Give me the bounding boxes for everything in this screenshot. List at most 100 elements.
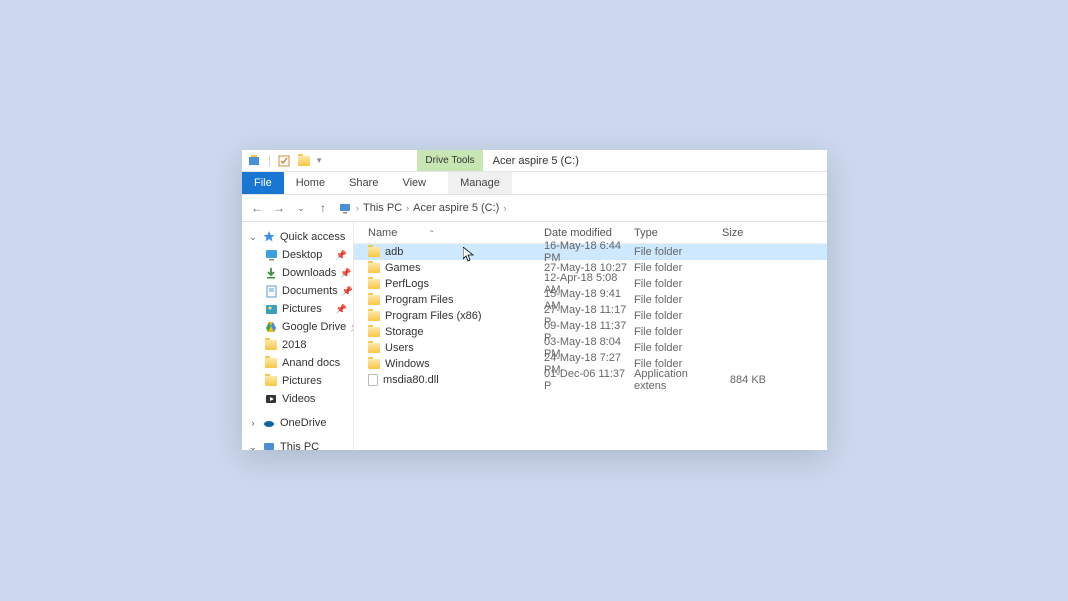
chevron-right-icon[interactable]: › — [406, 203, 409, 213]
sidebar-item-label: Anand docs — [282, 357, 340, 369]
chevron-down-icon[interactable]: ⌄ — [248, 232, 258, 243]
sidebar-item-label: Quick access — [280, 231, 345, 243]
breadcrumb[interactable]: › This PC › Acer aspire 5 (C:) › — [338, 201, 506, 215]
file-name: Windows — [385, 358, 430, 370]
file-type: File folder — [634, 342, 722, 354]
file-list: Name ⌃ Date modified Type Size adb16-May… — [354, 222, 827, 450]
tab-manage[interactable]: Manage — [448, 172, 512, 194]
file-name: Storage — [385, 326, 424, 338]
file-name: msdia80.dll — [383, 374, 439, 386]
folder-icon — [264, 374, 278, 388]
folder-icon — [368, 327, 380, 337]
contextual-tab-drive-tools: Drive Tools — [417, 150, 482, 171]
sidebar-item-label: Downloads — [282, 267, 336, 279]
downloads-icon — [264, 266, 278, 280]
sidebar-item-label: OneDrive — [280, 417, 326, 429]
file-date: 01-Dec-06 11:37 P — [544, 368, 634, 392]
tab-file[interactable]: File — [242, 172, 284, 194]
sidebar-item-label: Videos — [282, 393, 315, 405]
checkbox-icon[interactable] — [277, 154, 291, 168]
file-type: File folder — [634, 326, 722, 338]
sidebar-item-label: Pictures — [282, 375, 322, 387]
sidebar-quick-access[interactable]: ⌄ Quick access — [246, 228, 349, 246]
explorer-icon — [248, 154, 262, 168]
chevron-right-icon[interactable]: › — [248, 418, 258, 428]
file-row[interactable]: msdia80.dll01-Dec-06 11:37 PApplication … — [354, 372, 827, 388]
file-type: File folder — [634, 278, 722, 290]
column-type[interactable]: Type — [634, 227, 722, 239]
pin-icon: 📌 — [342, 286, 353, 297]
thispc-icon — [338, 201, 352, 215]
file-name: adb — [385, 246, 403, 258]
qat-dropdown[interactable]: ▾ — [317, 155, 322, 166]
pin-icon: 📌 — [336, 250, 347, 261]
file-icon — [368, 374, 378, 386]
ribbon-tabs: File Home Share View Manage — [242, 172, 827, 194]
folder-icon — [368, 311, 380, 321]
file-name: Program Files (x86) — [385, 310, 482, 322]
column-name-label: Name — [368, 227, 397, 239]
videos-icon — [264, 392, 278, 406]
tab-share[interactable]: Share — [337, 172, 390, 194]
sidebar-item[interactable]: Documents📌 — [246, 282, 349, 300]
folder-icon — [264, 356, 278, 370]
sidebar-item[interactable]: Pictures 📌 — [246, 300, 349, 318]
sidebar-item[interactable]: Desktop 📌 — [246, 246, 349, 264]
sidebar-thispc[interactable]: ⌄ This PC — [246, 438, 349, 450]
folder-icon — [368, 247, 380, 257]
chevron-right-icon[interactable]: › — [503, 203, 506, 213]
sidebar-item[interactable]: Anand docs — [246, 354, 349, 372]
sidebar-item-label: Desktop — [282, 249, 322, 261]
desktop-icon — [264, 248, 278, 262]
nav-up[interactable]: ↑ — [316, 201, 330, 215]
file-type: File folder — [634, 262, 722, 274]
folder-qat-icon[interactable] — [297, 154, 311, 168]
quick-access-icon — [262, 230, 276, 244]
sidebar-item[interactable]: Google Drive📌 — [246, 318, 349, 336]
pin-icon: 📌 — [336, 304, 347, 315]
chevron-down-icon[interactable]: ⌄ — [248, 442, 258, 451]
sidebar-item-label: 2018 — [282, 339, 306, 351]
address-bar: ← → ⌄ ↑ › This PC › Acer aspire 5 (C:) › — [242, 194, 827, 222]
column-date[interactable]: Date modified — [544, 227, 634, 239]
gdrive-icon — [264, 320, 278, 334]
nav-recent-dropdown[interactable]: ⌄ — [294, 203, 308, 214]
file-type: File folder — [634, 294, 722, 306]
nav-back[interactable]: ← — [250, 201, 264, 215]
breadcrumb-current[interactable]: Acer aspire 5 (C:) — [413, 202, 499, 214]
sidebar-item[interactable]: 2018 — [246, 336, 349, 354]
tab-view[interactable]: View — [390, 172, 438, 194]
sidebar-item[interactable]: Pictures — [246, 372, 349, 390]
divider: | — [268, 155, 271, 167]
folder-icon — [368, 295, 380, 305]
sidebar-item-label: Google Drive — [282, 321, 346, 333]
tab-home[interactable]: Home — [284, 172, 337, 194]
chevron-right-icon[interactable]: › — [356, 203, 359, 213]
folder-icon — [264, 338, 278, 352]
folder-icon — [368, 359, 380, 369]
file-type: File folder — [634, 310, 722, 322]
file-name: Program Files — [385, 294, 453, 306]
sidebar-item[interactable]: Downloads 📌 — [246, 264, 349, 282]
window-title: Acer aspire 5 (C:) — [483, 150, 589, 171]
thispc-icon — [262, 440, 276, 450]
file-type: File folder — [634, 246, 722, 258]
sidebar-item-label: Documents — [282, 285, 338, 297]
file-name: Users — [385, 342, 414, 354]
explorer-window: | ▾ Drive Tools Acer aspire 5 (C:) File … — [242, 150, 827, 450]
breadcrumb-thispc[interactable]: This PC — [363, 202, 402, 214]
file-name: Games — [385, 262, 420, 274]
pin-icon: 📌 — [340, 268, 351, 279]
quick-access-toolbar: | ▾ — [242, 150, 327, 171]
file-date: 16-May-18 6:44 PM — [544, 240, 634, 264]
pictures-icon — [264, 302, 278, 316]
navigation-pane: ⌄ Quick access Desktop📌Downloads📌Documen… — [242, 222, 354, 450]
folder-icon — [368, 343, 380, 353]
nav-forward[interactable]: → — [272, 201, 286, 215]
column-name[interactable]: Name ⌃ — [354, 227, 544, 239]
file-row[interactable]: adb16-May-18 6:44 PMFile folder — [354, 244, 827, 260]
sidebar-onedrive[interactable]: › OneDrive — [246, 414, 349, 432]
column-size[interactable]: Size — [722, 227, 772, 239]
sidebar-item-label: Pictures — [282, 303, 322, 315]
sidebar-item[interactable]: Videos — [246, 390, 349, 408]
